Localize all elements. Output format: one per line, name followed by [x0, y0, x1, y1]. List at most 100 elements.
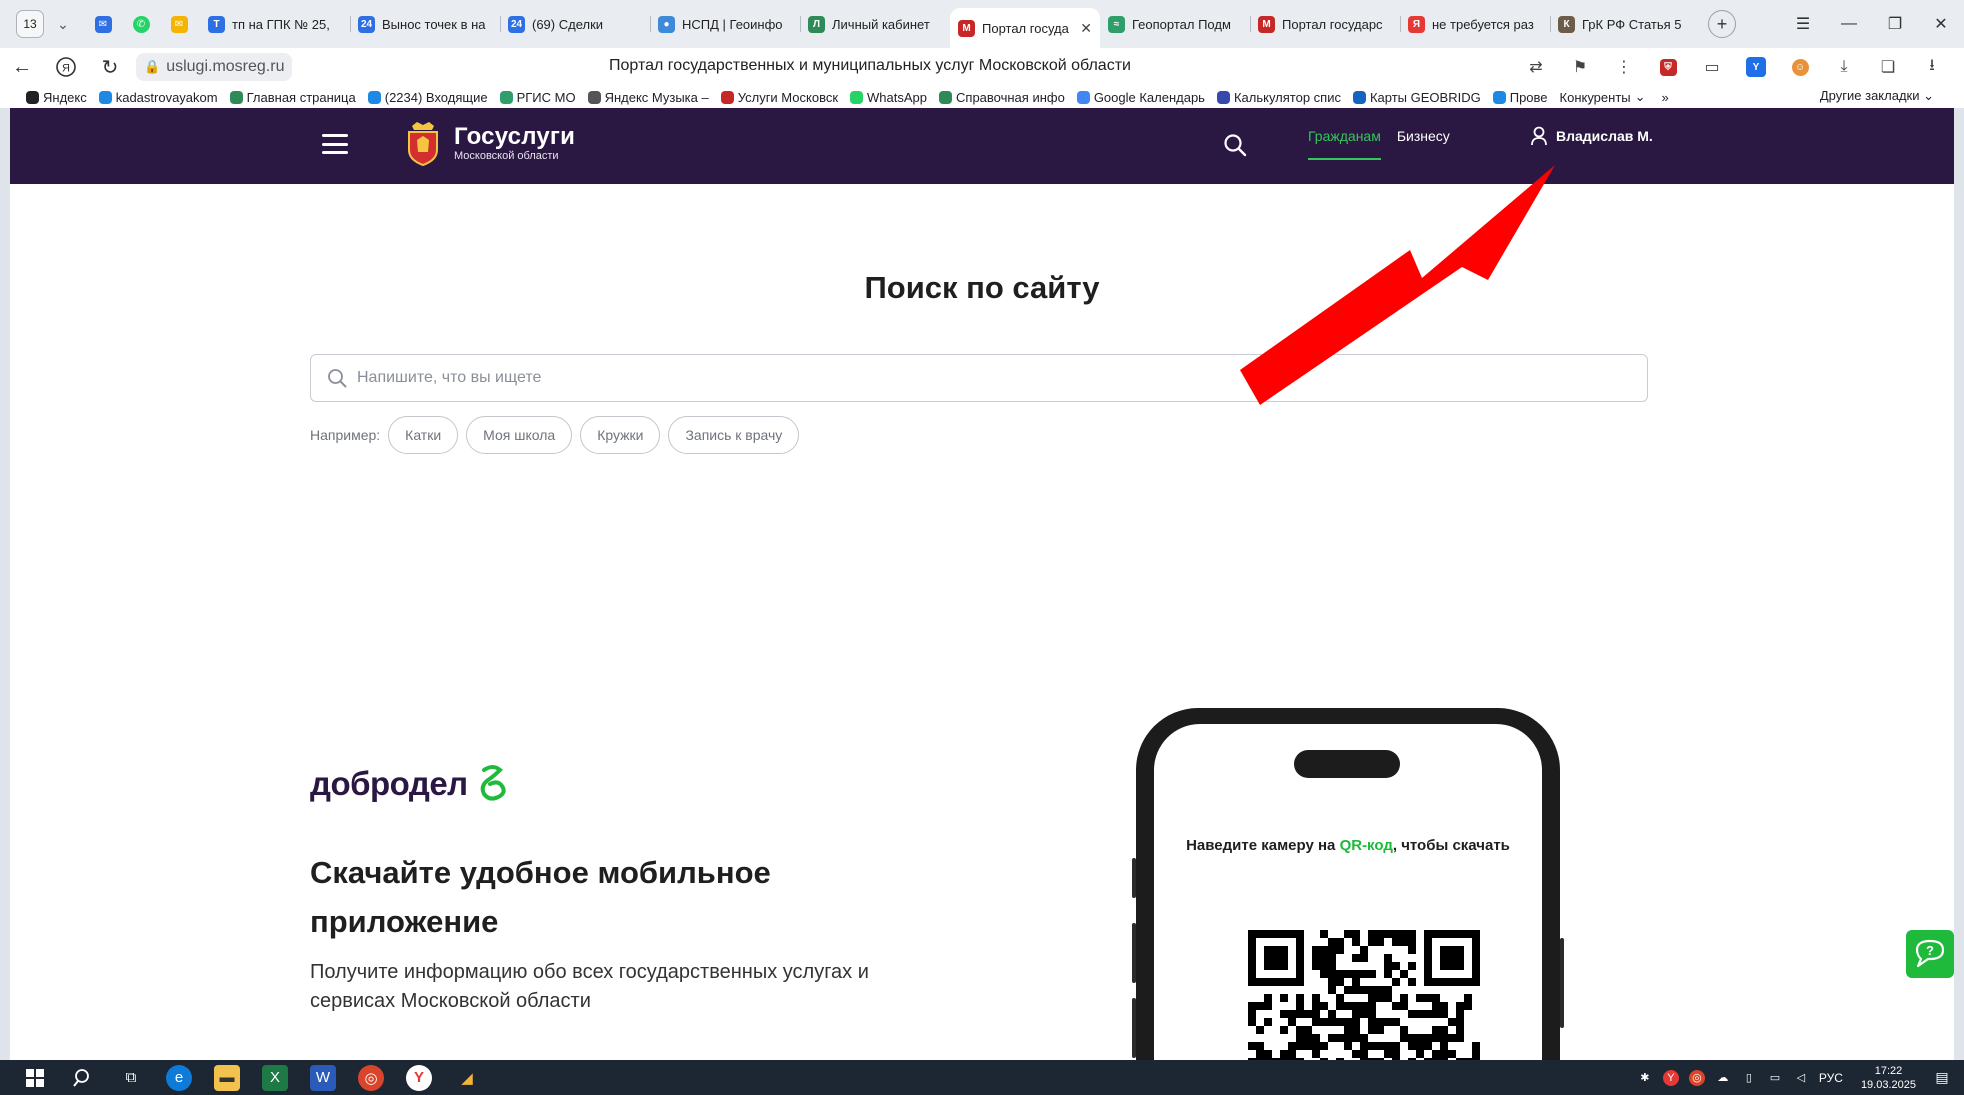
- pinned-tabs: ✉ ✆ ✉: [88, 9, 194, 39]
- browser-tab[interactable]: 24 (69) Сделки: [500, 7, 650, 41]
- input-language[interactable]: РУС: [1819, 1071, 1843, 1085]
- new-tab-button[interactable]: +: [1708, 10, 1736, 38]
- taskbar-clock[interactable]: 17:22 19.03.2025: [1861, 1064, 1916, 1092]
- url-field[interactable]: 🔒 uslugi.mosreg.ru: [136, 53, 293, 81]
- bookmark-item[interactable]: Главная страница: [229, 90, 356, 105]
- bookmark-item[interactable]: kadastrovayakom: [98, 89, 218, 105]
- task-view-icon[interactable]: ⧉: [118, 1065, 144, 1091]
- word-icon[interactable]: W: [310, 1064, 336, 1091]
- back-button[interactable]: ←: [0, 48, 44, 86]
- browser-tab[interactable]: 24 Вынос точек в на: [350, 7, 500, 41]
- pinned-tab-whatsapp[interactable]: ✆: [126, 9, 156, 39]
- bookmark-item[interactable]: Карты GEOBRIDG: [1352, 89, 1481, 105]
- web-page: Госуслуги Московской области Гражданам Б…: [10, 108, 1954, 1060]
- search-icon[interactable]: [70, 1065, 96, 1091]
- extension-y-icon[interactable]: Y: [1742, 53, 1770, 81]
- mosreg-coat-of-arms-icon[interactable]: [406, 120, 440, 166]
- user-name: Владислав М.: [1556, 128, 1653, 144]
- bookmark-item[interactable]: РГИС МО: [499, 90, 576, 105]
- other-bookmarks-folder[interactable]: Другие закладки ⌄: [1820, 88, 1934, 104]
- excel-icon[interactable]: X: [262, 1064, 288, 1091]
- browser-tab[interactable]: ● НСПД | Геоинфо: [650, 7, 800, 41]
- file-explorer-icon[interactable]: ▬: [214, 1064, 240, 1091]
- minimize-button[interactable]: —: [1826, 0, 1872, 48]
- example-chip-clubs[interactable]: Кружки: [580, 416, 661, 454]
- tray-volume-icon[interactable]: ◁: [1793, 1070, 1809, 1086]
- example-chip-doctor-appointment[interactable]: Запись к врачу: [668, 416, 800, 454]
- search-icon[interactable]: [1222, 132, 1248, 158]
- nav-citizens-tab[interactable]: Гражданам: [1308, 128, 1381, 160]
- cast-icon[interactable]: ▭: [1698, 53, 1726, 81]
- translate-icon[interactable]: ⇄: [1522, 53, 1550, 81]
- download-icon[interactable]: ⭳: [1918, 53, 1946, 81]
- drawing-app-icon[interactable]: ◢: [454, 1065, 480, 1091]
- reload-button[interactable]: ↻: [88, 48, 132, 86]
- opera-icon[interactable]: ◎: [358, 1064, 384, 1091]
- tray-network-icon[interactable]: ▭: [1767, 1070, 1783, 1086]
- bookmark-item[interactable]: Калькулятор спис: [1216, 90, 1341, 105]
- example-chip-my-school[interactable]: Моя школа: [466, 416, 573, 454]
- tray-app-icon[interactable]: ✱: [1637, 1070, 1653, 1086]
- browser-tab[interactable]: М Портал госуда ✕: [950, 8, 1100, 48]
- yandex-browser-icon[interactable]: Y: [406, 1064, 432, 1091]
- user-profile-button[interactable]: Владислав М.: [1530, 126, 1653, 146]
- bookmark-item[interactable]: Прове: [1492, 90, 1548, 105]
- browser-tab[interactable]: Яне требуется раз: [1400, 7, 1550, 41]
- browser-tab[interactable]: Л Личный кабинет: [800, 7, 950, 41]
- brand[interactable]: Госуслуги Московской области: [454, 124, 575, 163]
- bookmark-label: Услуги Московск: [737, 89, 839, 105]
- bookmark-label: Карты GEOBRIDG: [1369, 89, 1481, 105]
- collections-icon[interactable]: ❏: [1874, 53, 1902, 81]
- tab-count-button[interactable]: 13: [16, 10, 44, 38]
- restore-button[interactable]: ❐: [1872, 0, 1918, 48]
- more-menu-icon[interactable]: ⋮: [1610, 53, 1638, 81]
- browser-tab[interactable]: Ттп на ГПК № 25,: [200, 7, 350, 41]
- tray-opera-icon[interactable]: ◎: [1688, 1069, 1705, 1086]
- tray-battery-icon[interactable]: ▯: [1741, 1070, 1757, 1086]
- bookmarks-overflow-button[interactable]: »: [1662, 90, 1669, 105]
- bookmark-item[interactable]: WhatsApp: [850, 90, 927, 105]
- tab-search-icon[interactable]: ☰: [1780, 0, 1826, 48]
- yandex-home-button[interactable]: Я: [44, 48, 88, 86]
- tab-favicon-icon: 24: [508, 15, 525, 33]
- extension-shield-icon[interactable]: ⛨: [1654, 53, 1682, 81]
- svg-text:?: ?: [1926, 943, 1934, 958]
- notifications-icon[interactable]: ▤: [1934, 1069, 1950, 1086]
- edge-browser-icon[interactable]: e: [166, 1064, 192, 1091]
- nav-business-tab[interactable]: Бизнесу: [1397, 128, 1450, 160]
- bookmark-item[interactable]: Справочная инфо: [939, 90, 1065, 105]
- qr-code-image: [1248, 930, 1480, 1060]
- tab-label: Личный кабинет: [832, 16, 930, 32]
- bookmark-item[interactable]: Яндекс: [26, 90, 87, 105]
- gmail-icon: ✉: [170, 15, 188, 33]
- extension-mascot-icon[interactable]: ☺: [1786, 53, 1814, 81]
- site-search-input[interactable]: [357, 369, 1557, 387]
- example-chip-rinks[interactable]: Катки: [388, 416, 459, 454]
- bookmark-item[interactable]: Google Календарь: [1076, 90, 1205, 105]
- extension-pin-icon[interactable]: ⤓: [1830, 53, 1858, 81]
- support-chat-button[interactable]: ?: [1906, 930, 1954, 978]
- windows-start-icon[interactable]: [22, 1065, 48, 1091]
- site-search-box[interactable]: [310, 354, 1648, 402]
- browser-tab[interactable]: М Портал государс: [1250, 7, 1400, 41]
- bookmark-icon[interactable]: ⚑: [1566, 53, 1594, 81]
- tray-yandex-icon[interactable]: Y: [1662, 1069, 1679, 1086]
- tab-favicon-icon: М: [958, 19, 975, 37]
- browser-tab[interactable]: ≈ Геопортал Подм: [1100, 7, 1250, 41]
- pinned-tab-mail[interactable]: ✉: [88, 9, 118, 39]
- bookmark-item[interactable]: Яндекс Музыка –: [587, 90, 709, 105]
- tray-cloud-icon[interactable]: ☁: [1715, 1070, 1731, 1086]
- bookmark-favicon-icon: [720, 90, 734, 104]
- bookmark-item[interactable]: Конкуренты ⌄: [1560, 89, 1646, 105]
- bookmark-item[interactable]: (2234) Входящие: [367, 90, 488, 105]
- user-icon: [1531, 126, 1547, 146]
- bookmark-label: kadastrovayakom: [115, 89, 218, 105]
- pinned-tab-gmail[interactable]: ✉: [164, 9, 194, 39]
- close-tab-icon[interactable]: ✕: [1080, 20, 1092, 37]
- close-window-button[interactable]: ✕: [1918, 0, 1964, 48]
- menu-icon[interactable]: [322, 134, 348, 154]
- bookmark-item[interactable]: Услуги Московск: [720, 89, 839, 105]
- browser-tab[interactable]: К ГрК РФ Статья 5: [1550, 7, 1700, 41]
- chevron-down-icon[interactable]: ⌄: [48, 9, 78, 39]
- brand-name: Госуслуги: [454, 123, 576, 150]
